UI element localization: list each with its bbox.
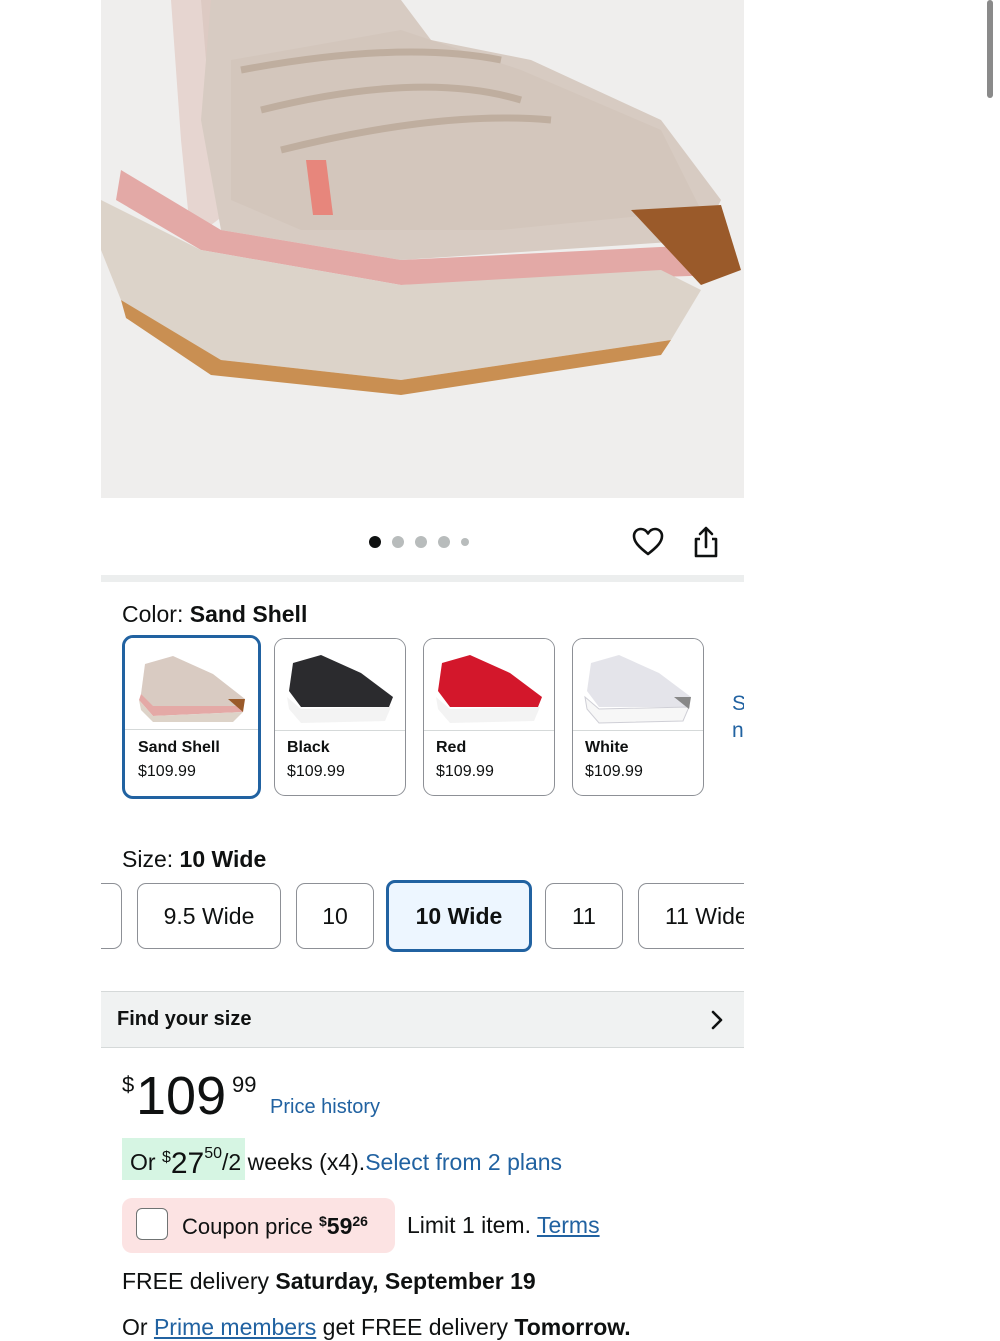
coupon-checkbox[interactable] [136,1208,168,1240]
heart-icon[interactable] [631,525,665,559]
size-option-partial[interactable] [101,883,122,949]
installment-currency: $ [161,1149,171,1166]
color-option-black[interactable]: Black $109.99 [274,638,406,796]
price-history-link[interactable]: Price history [270,1096,380,1119]
color-option-red[interactable]: Red $109.99 [423,638,555,796]
carousel-dot[interactable] [415,536,427,548]
page-scrollbar[interactable] [987,0,993,98]
size-option-selected[interactable]: 10 Wide [386,880,532,952]
installment-fraction: 50 [204,1145,223,1162]
color-option-name: Sand Shell [138,739,220,756]
selected-size-value: 10 Wide [179,846,267,872]
delivery-info: FREE delivery Saturday, September 19 [122,1268,536,1294]
size-option[interactable]: 9.5 Wide [137,883,281,949]
carousel-dot[interactable] [392,536,404,548]
carousel-dot[interactable] [438,536,450,548]
color-option-price: $109.99 [585,763,643,780]
section-divider [101,575,744,582]
sneaker-illustration [101,0,741,395]
carousel-dot[interactable] [461,538,469,546]
find-your-size-row[interactable]: Find your size [101,991,744,1048]
share-icon[interactable] [689,525,723,559]
size-option[interactable]: 11 [545,883,623,949]
coupon-text: Coupon price $5926 [182,1213,368,1239]
color-option-price: $109.99 [138,763,196,780]
size-label: Size: 10 Wide [122,846,267,872]
find-your-size-label: Find your size [117,1008,252,1030]
color-option-sand-shell[interactable]: Sand Shell $109.99 [122,635,261,799]
coupon-box: Coupon price $5926 [122,1198,395,1253]
prime-members-link[interactable]: Prime members [154,1314,316,1340]
size-options-scroller[interactable]: 9.5 Wide 10 10 Wide 11 11 Wide [101,870,744,960]
delivery-date: Saturday, September 19 [275,1268,536,1294]
color-label: Color: Sand Shell [122,601,308,627]
color-option-white[interactable]: White $109.99 [572,638,704,796]
installment-amount: 27 [170,1147,205,1180]
carousel-dots[interactable] [369,536,469,548]
see-more-colors-link[interactable]: S n [732,690,744,744]
color-thumbnail [573,639,703,731]
color-thumbnail [125,638,258,730]
terms-link[interactable]: Terms [537,1212,600,1238]
price-currency: $ [122,1072,135,1097]
product-image[interactable] [101,0,744,498]
color-option-name: White [585,739,629,756]
carousel-dot[interactable] [369,536,381,548]
color-option-name: Red [436,739,467,756]
select-plans-link[interactable]: Select from 2 plans [365,1149,562,1175]
coupon-limit: Limit 1 item. Terms [407,1212,600,1238]
color-option-price: $109.99 [436,763,494,780]
chevron-right-icon [711,1010,723,1030]
size-option[interactable]: 11 Wide [638,883,744,949]
selected-color-value: Sand Shell [189,601,308,627]
color-thumbnail [424,639,554,731]
installment-prefix: Or [130,1149,162,1175]
price-fraction: 99 [232,1072,257,1097]
price-whole: 109 [136,1066,227,1126]
prime-delivery-info: Or Prime members get FREE delivery Tomor… [122,1314,631,1340]
color-option-name: Black [287,739,330,756]
image-carousel-controls [101,515,744,571]
color-thumbnail [275,639,405,731]
color-option-price: $109.99 [287,763,345,780]
installment-period: /2 weeks (x4). [222,1149,366,1175]
size-option[interactable]: 10 [296,883,374,949]
